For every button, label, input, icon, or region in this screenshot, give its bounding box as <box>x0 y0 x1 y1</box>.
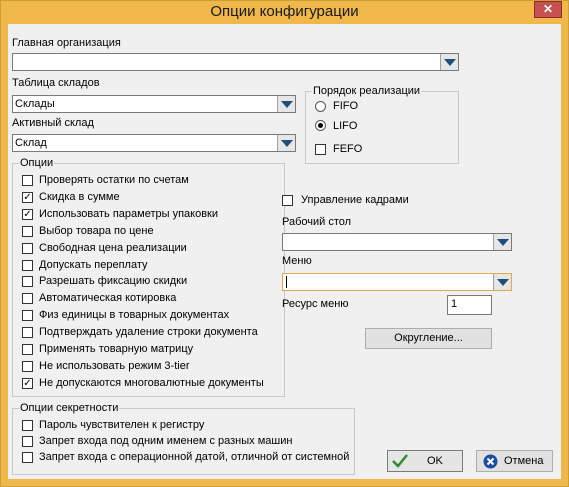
options-legend: Опции <box>19 157 55 169</box>
cancel-icon <box>483 454 498 469</box>
option-label[interactable]: Скидка в сумме <box>39 191 120 203</box>
cancel-button[interactable]: Отмена <box>476 450 553 472</box>
security-option-checkbox[interactable] <box>22 452 33 463</box>
security-group: Опции секретности Пароль чувствителен к … <box>12 402 355 475</box>
warehouse-table-combo[interactable]: Склады <box>12 95 296 113</box>
option-label[interactable]: Проверять остатки по счетам <box>39 174 189 186</box>
option-checkbox[interactable] <box>22 327 33 339</box>
checkbox-hr-label[interactable]: Управление кадрами <box>301 194 409 206</box>
checkbox-fefo-label[interactable]: FEFO <box>333 143 362 155</box>
menu-combo[interactable] <box>282 273 512 291</box>
radio-lifo[interactable] <box>315 120 326 131</box>
radio-fifo-label[interactable]: FIFO <box>333 100 358 112</box>
menu-resource-label: Ресурс меню <box>282 298 349 310</box>
desktop-combo[interactable] <box>282 233 512 251</box>
checkmark-icon <box>392 454 408 468</box>
option-label[interactable]: Допускать переплату <box>39 259 148 271</box>
dialog-body: Главная организация Таблица складов Скла… <box>8 24 561 479</box>
main-org-label: Главная организация <box>12 37 121 49</box>
option-checkbox[interactable] <box>22 310 33 322</box>
option-checkbox[interactable] <box>22 344 33 355</box>
option-label[interactable]: Свободная цена реализации <box>39 242 187 254</box>
option-label[interactable]: Автоматическая котировка <box>39 292 176 304</box>
cancel-button-label: Отмена <box>504 455 544 467</box>
checkbox-hr[interactable] <box>282 195 293 206</box>
option-checkbox[interactable] <box>22 175 33 186</box>
security-legend: Опции секретности <box>19 402 120 414</box>
option-checkbox[interactable] <box>22 242 33 254</box>
close-button[interactable]: ✕ <box>534 1 562 18</box>
option-label[interactable]: Использовать параметры упаковки <box>39 208 218 220</box>
text-cursor <box>286 276 287 288</box>
options-group: Опции Проверять остатки по счетам ✓ Скидка… <box>12 157 285 397</box>
active-warehouse-combo[interactable]: Склад <box>12 134 296 152</box>
option-checkbox[interactable] <box>22 276 33 288</box>
option-label[interactable]: Не использовать режим 3-tier <box>39 360 190 372</box>
option-checkbox[interactable] <box>22 360 33 372</box>
menu-resource-input[interactable]: 1 <box>447 295 492 315</box>
option-label[interactable]: Применять товарную матрицу <box>39 343 193 355</box>
option-label[interactable]: Подтверждать удаление строки документа <box>39 326 258 338</box>
warehouse-table-label: Таблица складов <box>12 77 100 89</box>
active-warehouse-value: Склад <box>15 137 47 149</box>
radio-lifo-label[interactable]: LIFO <box>333 120 357 132</box>
security-option-checkbox[interactable] <box>22 436 33 447</box>
desktop-label: Рабочий стол <box>282 216 352 228</box>
ok-button[interactable]: OK <box>387 450 463 472</box>
chevron-down-icon[interactable] <box>493 234 511 250</box>
option-checkbox[interactable]: ✓ <box>22 377 33 389</box>
option-checkbox[interactable] <box>22 293 33 305</box>
chevron-down-icon[interactable] <box>277 96 295 112</box>
security-option-checkbox[interactable] <box>22 420 33 431</box>
chevron-down-icon[interactable] <box>277 135 295 151</box>
option-label[interactable]: Физ единицы в товарных документах <box>39 309 229 321</box>
active-warehouse-label: Активный склад <box>12 117 94 129</box>
chevron-down-icon[interactable] <box>440 54 458 70</box>
option-checkbox[interactable]: ✓ <box>22 191 33 203</box>
radio-fifo[interactable] <box>315 101 326 112</box>
option-checkbox[interactable] <box>22 225 33 237</box>
security-option-label[interactable]: Запрет входа под одним именем с разных м… <box>39 435 292 447</box>
option-label[interactable]: Разрешать фиксацию скидки <box>39 275 187 287</box>
checkbox-fefo[interactable] <box>315 144 326 155</box>
security-option-label[interactable]: Запрет входа с операционной датой, отлич… <box>39 451 349 463</box>
rounding-button[interactable]: Округление... <box>365 328 492 349</box>
main-org-combo[interactable] <box>12 53 459 71</box>
security-option-label[interactable]: Пароль чувствителен к регистру <box>39 419 204 431</box>
warehouse-table-value: Склады <box>15 98 55 110</box>
sales-order-legend: Порядок реализации <box>312 85 422 97</box>
title-bar[interactable]: Опции конфигурации ✕ <box>1 1 568 23</box>
window-title: Опции конфигурации <box>210 3 359 20</box>
config-options-dialog: Опции конфигурации ✕ Главная организация… <box>0 0 569 487</box>
option-label[interactable]: Не допускаются многовалютные документы <box>39 377 264 389</box>
menu-label: Меню <box>282 255 312 267</box>
option-checkbox[interactable]: ✓ <box>22 208 33 220</box>
chevron-down-icon[interactable] <box>493 274 511 290</box>
option-checkbox[interactable] <box>22 259 33 271</box>
sales-order-group: Порядок реализации FIFO LIFO FEFO <box>305 85 459 164</box>
ok-button-label: OK <box>427 455 443 467</box>
option-label[interactable]: Выбор товара по цене <box>39 225 154 237</box>
